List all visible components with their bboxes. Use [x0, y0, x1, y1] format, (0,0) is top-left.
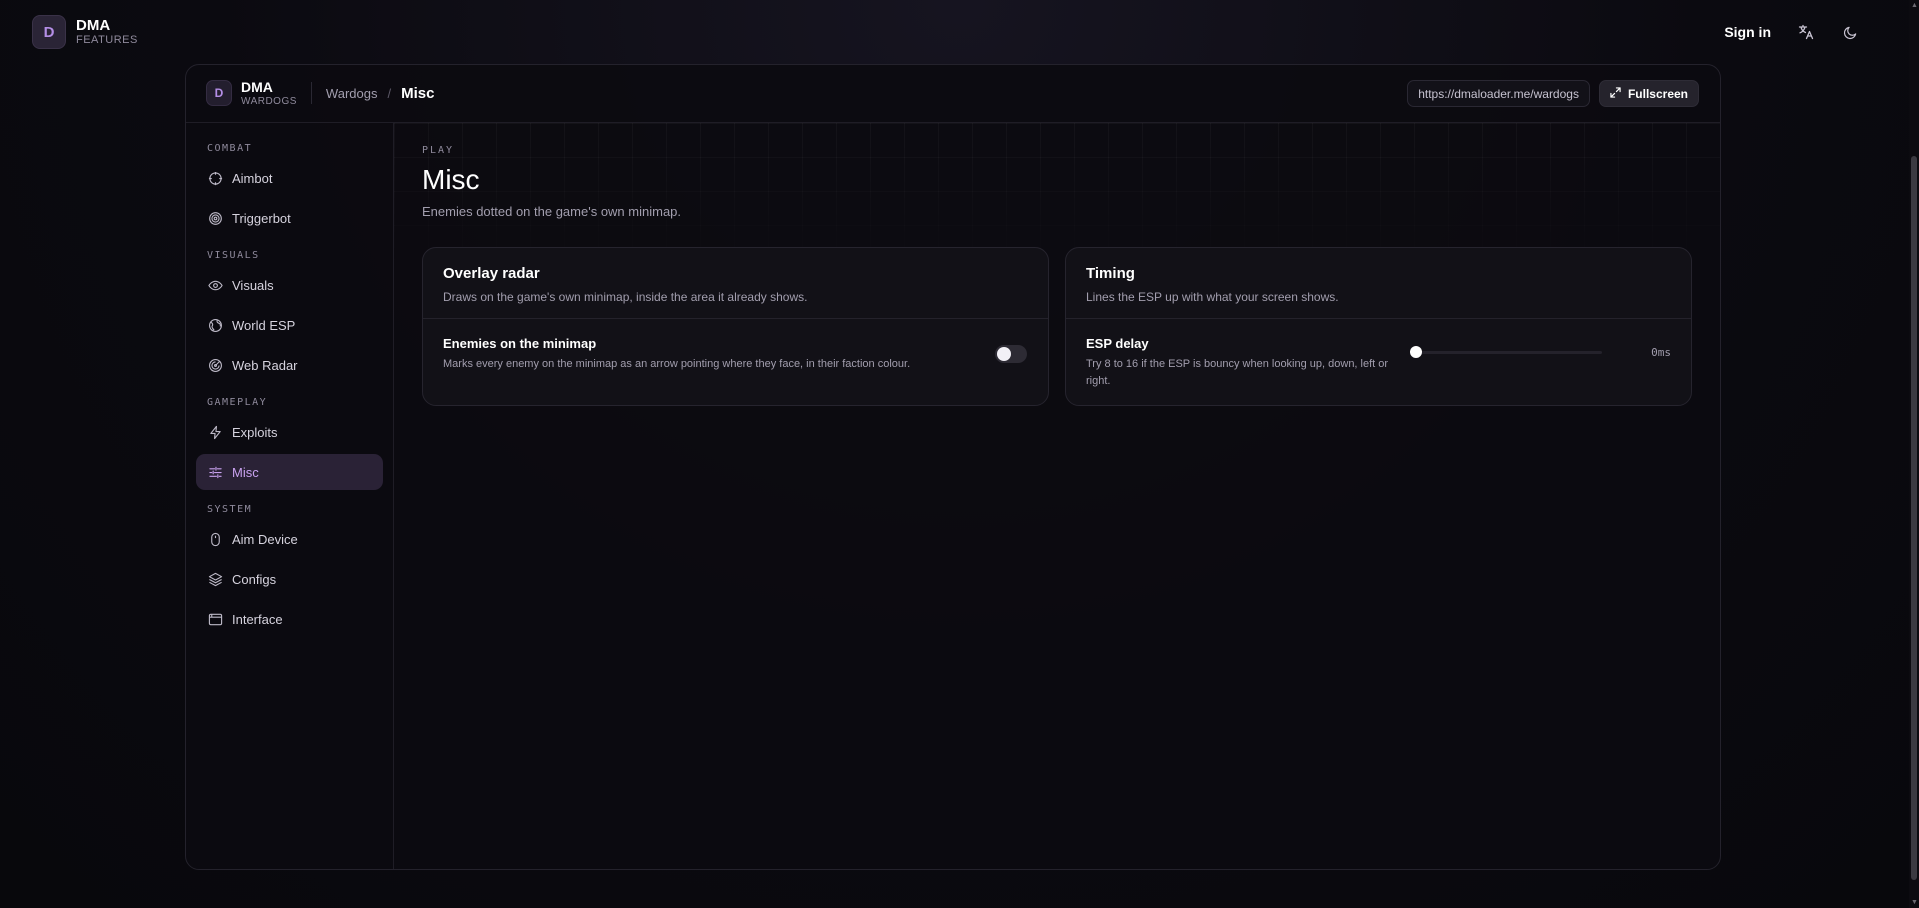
window-icon — [207, 611, 223, 627]
section-label-visuals: VISUALS — [207, 250, 260, 261]
panel-brand-name: DMA — [241, 79, 273, 96]
eye-icon — [207, 277, 223, 293]
esp-delay-value: 0ms — [1651, 346, 1671, 359]
moon-icon[interactable] — [1841, 23, 1859, 41]
sidebar-item-label: World ESP — [232, 317, 296, 333]
sidebar-item-label: Configs — [232, 571, 277, 587]
sliders-icon — [207, 464, 223, 480]
section-label-system: SYSTEM — [207, 504, 253, 515]
sidebar-item-label: Misc — [232, 464, 259, 480]
sidebar-item-label: Aimbot — [232, 170, 273, 186]
breadcrumb: Wardogs / Misc — [326, 85, 435, 102]
crosshair-icon — [207, 170, 223, 186]
site-header: D DMA FEATURES Sign in — [0, 0, 1919, 64]
sidebar-item-web-radar[interactable]: Web Radar — [196, 347, 383, 383]
sidebar-item-aimbot[interactable]: Aimbot — [196, 160, 383, 196]
timing-card: Timing Lines the ESP up with what your s… — [1065, 247, 1692, 406]
signin-button[interactable]: Sign in — [1724, 24, 1771, 40]
setting-title: ESP delay — [1086, 336, 1149, 351]
slider-thumb[interactable] — [1410, 346, 1422, 358]
header-divider — [310, 82, 312, 105]
enemies-minimap-toggle[interactable] — [995, 345, 1027, 363]
mouse-icon — [207, 531, 223, 547]
setting-title: Enemies on the minimap — [443, 336, 597, 351]
esp-delay-slider[interactable] — [1410, 346, 1602, 358]
target-icon — [207, 210, 223, 226]
sidebar-item-label: Interface — [232, 611, 283, 627]
fullscreen-label: Fullscreen — [1627, 86, 1688, 101]
setting-description: Marks every enemy on the minimap as an a… — [443, 358, 911, 370]
panel-logo: D — [206, 80, 232, 107]
content-area: PLAY Misc Enemies dotted on the game's o… — [394, 123, 1720, 869]
setting-esp-delay: ESP delay Try 8 to 16 if the ESP is boun… — [1066, 319, 1691, 405]
page-scrollbar[interactable]: ▲ ▼ — [1909, 0, 1919, 908]
section-label-gameplay: GAMEPLAY — [207, 397, 268, 408]
card-description: Lines the ESP up with what your screen s… — [1086, 290, 1339, 304]
card-title: Timing — [1086, 265, 1135, 282]
sidebar-item-exploits[interactable]: Exploits — [196, 414, 383, 450]
panel-brand-sub: WARDOGS — [241, 95, 297, 107]
scrollbar-thumb[interactable] — [1911, 156, 1917, 880]
expand-icon — [1610, 86, 1621, 101]
section-label-combat: COMBAT — [207, 143, 253, 154]
card-description: Draws on the game's own minimap, inside … — [443, 290, 808, 304]
sidebar-item-visuals[interactable]: Visuals — [196, 267, 383, 303]
page-eyebrow: PLAY — [422, 145, 455, 156]
radar-icon — [207, 357, 223, 373]
main-panel: D DMA WARDOGS Wardogs / Misc https://dma… — [185, 64, 1721, 870]
site-name: DMA — [76, 16, 111, 34]
sidebar-item-misc[interactable]: Misc — [196, 454, 383, 490]
url-display[interactable]: https://dmaloader.me/wardogs — [1407, 80, 1590, 107]
translate-icon[interactable] — [1797, 23, 1815, 41]
breadcrumb-parent[interactable]: Wardogs — [326, 86, 378, 101]
breadcrumb-current: Misc — [401, 84, 435, 102]
overlay-radar-card: Overlay radar Draws on the game's own mi… — [422, 247, 1049, 406]
fullscreen-button[interactable]: Fullscreen — [1598, 80, 1699, 107]
site-logo: D — [32, 15, 66, 49]
sidebar-item-world-esp[interactable]: World ESP — [196, 307, 383, 343]
sidebar-item-label: Exploits — [232, 424, 278, 440]
sidebar-item-triggerbot[interactable]: Triggerbot — [196, 200, 383, 236]
sidebar-item-aim-device[interactable]: Aim Device — [196, 521, 383, 557]
sidebar-item-label: Aim Device — [232, 531, 298, 547]
panel-header: D DMA WARDOGS Wardogs / Misc https://dma… — [186, 65, 1720, 123]
setting-description: Try 8 to 16 if the ESP is bouncy when lo… — [1086, 358, 1389, 387]
page-subtitle: Enemies dotted on the game's own minimap… — [422, 204, 682, 219]
sidebar-item-interface[interactable]: Interface — [196, 601, 383, 637]
scroll-down-icon[interactable]: ▼ — [1911, 899, 1918, 906]
breadcrumb-separator: / — [387, 85, 392, 101]
sidebar-item-label: Visuals — [232, 277, 274, 293]
toggle-knob — [997, 347, 1011, 361]
sidebar-item-configs[interactable]: Configs — [196, 561, 383, 597]
scroll-up-icon[interactable]: ▲ — [1911, 2, 1918, 9]
sidebar: COMBAT Aimbot Triggerbot VISUALS Visuals… — [186, 123, 394, 869]
globe-icon — [207, 317, 223, 333]
sidebar-item-label: Web Radar — [232, 357, 298, 373]
site-brand[interactable]: D DMA FEATURES — [32, 15, 138, 49]
lightning-icon — [207, 424, 223, 440]
card-title: Overlay radar — [443, 265, 540, 282]
site-subtitle: FEATURES — [76, 34, 138, 47]
page-title: Misc — [422, 164, 480, 195]
sidebar-item-label: Triggerbot — [232, 210, 291, 226]
setting-enemies-minimap: Enemies on the minimap Marks every enemy… — [423, 319, 1048, 391]
layers-icon — [207, 571, 223, 587]
